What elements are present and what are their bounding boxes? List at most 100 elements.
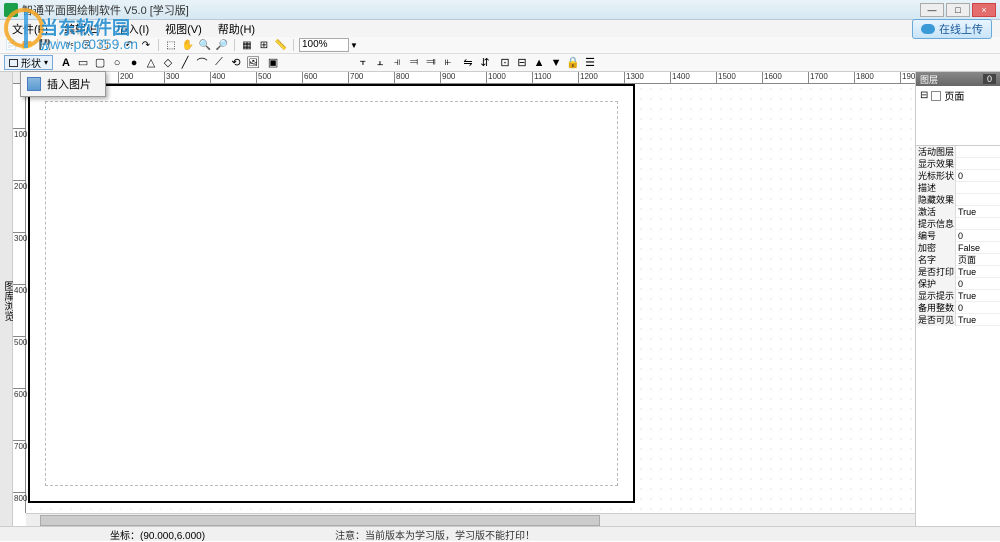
- ruler-tick: 400: [13, 284, 26, 295]
- shape-dropdown[interactable]: 形状 ▾: [4, 55, 53, 70]
- align-right[interactable]: ⫣: [390, 56, 404, 70]
- image-tool[interactable]: 🖼: [246, 56, 260, 70]
- layer-label: 图层: [920, 73, 938, 86]
- property-value[interactable]: True: [956, 267, 1000, 277]
- rect-tool[interactable]: ▭: [76, 56, 90, 70]
- page[interactable]: [28, 84, 635, 503]
- diamond-tool[interactable]: ◇: [161, 56, 175, 70]
- group-button[interactable]: ⊡: [498, 56, 512, 70]
- polyline-tool[interactable]: ⟋: [212, 56, 226, 70]
- fill-tool[interactable]: ▣: [266, 56, 280, 70]
- layer-button[interactable]: ☰: [583, 56, 597, 70]
- menu-help[interactable]: 帮助(H): [210, 21, 263, 37]
- ellipse-tool[interactable]: ○: [110, 56, 124, 70]
- menu-insert[interactable]: 插入(I): [109, 21, 157, 37]
- maximize-button[interactable]: □: [946, 3, 970, 17]
- ruler-tick: 600: [13, 388, 26, 399]
- copy-button[interactable]: ⎘: [80, 38, 94, 52]
- tree-node-page[interactable]: ⊟ 页面: [920, 88, 996, 103]
- horizontal-ruler: 0100200300400500600700800900100011001200…: [26, 72, 915, 84]
- property-grid[interactable]: 活动图层显示效果光标形状0描述隐藏效果激活True提示信息编号0加密False名…: [916, 146, 1000, 526]
- flip-h[interactable]: ⇋: [461, 56, 475, 70]
- minimize-button[interactable]: —: [920, 3, 944, 17]
- undo-button[interactable]: ↶: [122, 38, 136, 52]
- properties-panel: 图层 0 ⊟ 页面 活动图层显示效果光标形状0描述隐藏效果激活True提示信息编…: [915, 72, 1000, 526]
- ruler-tick: 700: [348, 72, 363, 84]
- property-row[interactable]: 是否可见True: [916, 314, 1000, 326]
- lock-button[interactable]: 🔒: [566, 56, 580, 70]
- line-tool[interactable]: ╱: [178, 56, 192, 70]
- menu-bar: 文件(F) 编辑(E) 插入(I) 视图(V) 帮助(H) 在线上传: [0, 20, 1000, 37]
- bring-front[interactable]: ▲: [532, 56, 546, 70]
- ruler-tick: 1600: [762, 72, 782, 84]
- ruler-tick: 300: [13, 232, 26, 243]
- ruler-tick: 800: [13, 492, 26, 503]
- new-button[interactable]: 📄: [4, 38, 18, 52]
- pan-button[interactable]: ✋: [181, 38, 195, 52]
- insert-image-item[interactable]: 插入图片: [23, 74, 103, 94]
- property-value[interactable]: 页面: [956, 253, 1000, 266]
- property-value[interactable]: False: [956, 243, 1000, 253]
- menu-file[interactable]: 文件(F): [4, 21, 56, 37]
- menu-edit[interactable]: 编辑(E): [56, 21, 109, 37]
- cloud-upload-button[interactable]: 在线上传: [912, 19, 992, 39]
- property-value[interactable]: True: [956, 315, 1000, 325]
- drawing-surface[interactable]: [26, 84, 915, 513]
- expand-icon[interactable]: ⊟: [920, 90, 928, 101]
- select-button[interactable]: ⬚: [164, 38, 178, 52]
- ruler-button[interactable]: 📏: [274, 38, 288, 52]
- close-button[interactable]: ×: [972, 3, 996, 17]
- property-value[interactable]: 0: [956, 171, 1000, 181]
- ungroup-button[interactable]: ⊟: [515, 56, 529, 70]
- ruler-tick: 500: [256, 72, 271, 84]
- image-icon: [27, 77, 41, 91]
- send-back[interactable]: ▼: [549, 56, 563, 70]
- window-controls: — □ ×: [920, 3, 996, 17]
- grid-button[interactable]: ▦: [240, 38, 254, 52]
- ruler-tick: 1800: [854, 72, 874, 84]
- zoom-out-button[interactable]: 🔎: [215, 38, 229, 52]
- horizontal-scrollbar[interactable]: [26, 513, 915, 526]
- side-tab[interactable]: 图库浏览: [0, 72, 13, 526]
- drawing-toolbar: 形状 ▾ A ▭ ▢ ○ ● △ ◇ ╱ ⌒ ⟋ ⟲ 🖼 ▣ ⫟ ⫠ ⫣ ⫤ ⫥…: [0, 54, 1000, 72]
- vertical-ruler: 100200300400500600700800: [13, 84, 26, 513]
- redo-button[interactable]: ↷: [139, 38, 153, 52]
- zoom-in-button[interactable]: 🔍: [198, 38, 212, 52]
- arc-tool[interactable]: ⌒: [195, 56, 209, 70]
- property-value[interactable]: 0: [956, 303, 1000, 313]
- window-title: 智通平面图绘制软件 V5.0 [学习版]: [22, 2, 920, 18]
- zoom-select[interactable]: [299, 38, 349, 52]
- app-icon: [4, 3, 18, 17]
- rotate-tool[interactable]: ⟲: [229, 56, 243, 70]
- scroll-thumb[interactable]: [40, 515, 600, 526]
- layer-tree[interactable]: ⊟ 页面: [916, 86, 1000, 146]
- flip-v[interactable]: ⇵: [478, 56, 492, 70]
- chevron-down-icon[interactable]: ▼: [350, 41, 358, 50]
- align-bottom[interactable]: ⫦: [441, 56, 455, 70]
- property-value[interactable]: True: [956, 207, 1000, 217]
- circle-tool[interactable]: ●: [127, 56, 141, 70]
- text-tool[interactable]: A: [59, 56, 73, 70]
- property-value[interactable]: 0: [956, 231, 1000, 241]
- ruler-tick: 1100: [532, 72, 551, 84]
- align-top[interactable]: ⫤: [407, 56, 421, 70]
- triangle-tool[interactable]: △: [144, 56, 158, 70]
- cloud-upload-label: 在线上传: [939, 21, 983, 37]
- menu-view[interactable]: 视图(V): [157, 21, 210, 37]
- align-middle[interactable]: ⫥: [424, 56, 438, 70]
- status-bar: 坐标：(90.000,6.000) 注意：当前版本为学习版，学习版不能打印！: [0, 526, 1000, 541]
- insert-image-label: 插入图片: [47, 76, 91, 92]
- cut-button[interactable]: ✂: [63, 38, 77, 52]
- align-center[interactable]: ⫠: [373, 56, 387, 70]
- align-left[interactable]: ⫟: [356, 56, 370, 70]
- ruler-tick: 200: [118, 72, 133, 84]
- open-button[interactable]: 📂: [21, 38, 35, 52]
- save-button[interactable]: 💾: [38, 38, 52, 52]
- paste-button[interactable]: 📋: [97, 38, 111, 52]
- zoom-input[interactable]: [300, 39, 348, 50]
- property-value[interactable]: True: [956, 291, 1000, 301]
- rounded-rect-tool[interactable]: ▢: [93, 56, 107, 70]
- snap-button[interactable]: ⊞: [257, 38, 271, 52]
- ruler-tick: 200: [13, 180, 26, 191]
- property-value[interactable]: 0: [956, 279, 1000, 289]
